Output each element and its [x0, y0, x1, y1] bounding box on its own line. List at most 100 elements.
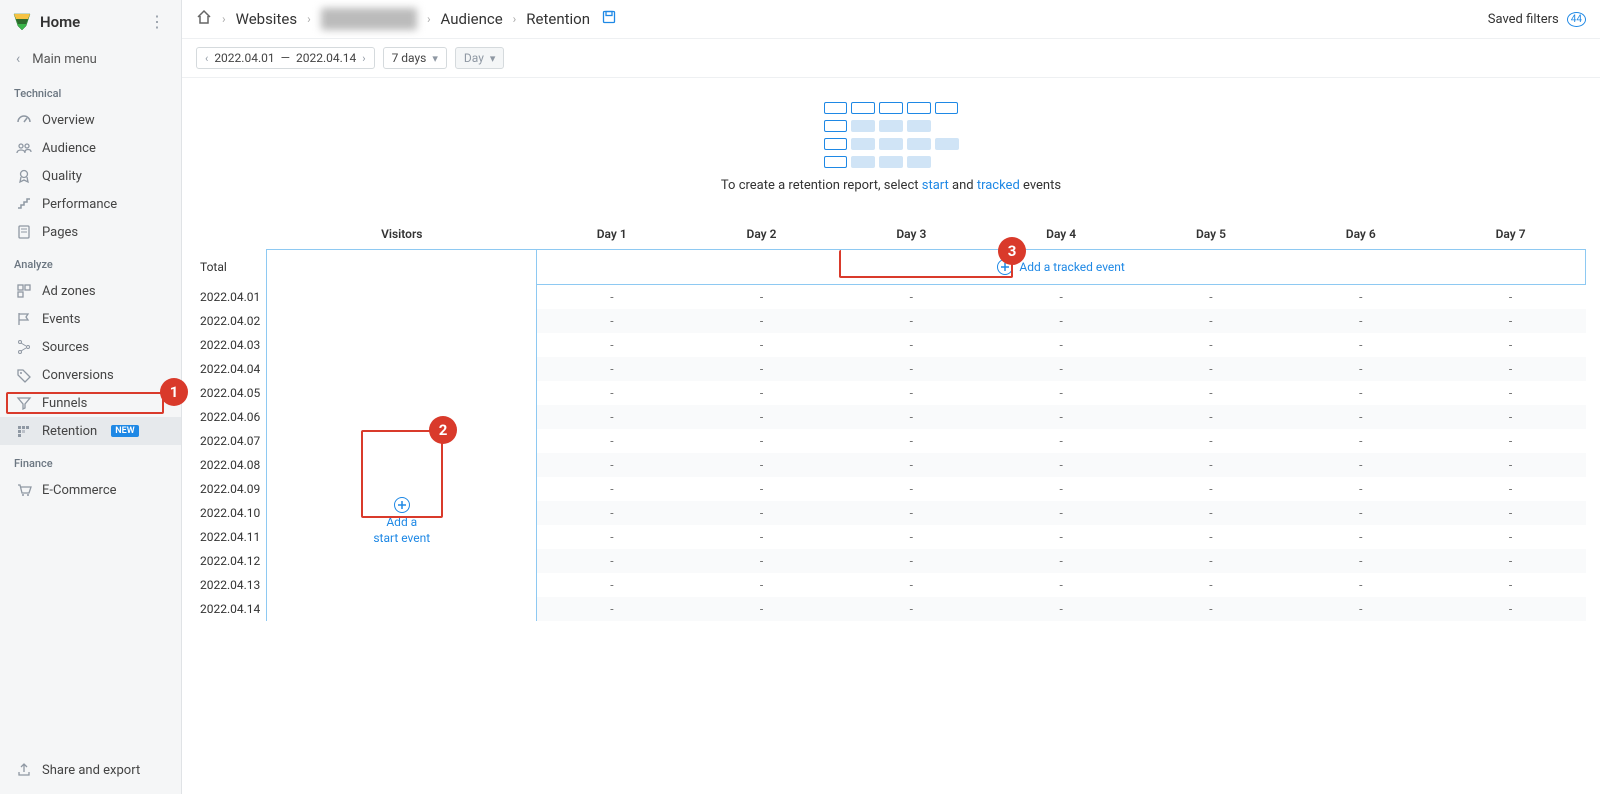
sidebar-item-label: Sources — [42, 340, 89, 355]
data-cell: - — [537, 501, 687, 525]
granularity-select[interactable]: Day ▾ — [455, 47, 505, 69]
data-cell: - — [986, 357, 1136, 381]
branch-icon — [16, 339, 32, 355]
data-cell: - — [1136, 597, 1286, 621]
col-day-2: Day 2 — [687, 219, 837, 250]
share-icon — [16, 762, 32, 778]
funnel-icon — [16, 395, 32, 411]
new-badge: NEW — [111, 425, 138, 437]
data-cell: - — [537, 309, 687, 333]
add-start-event-button[interactable]: Add a start event — [273, 497, 530, 545]
plus-circle-icon — [394, 497, 410, 513]
data-cell: - — [836, 381, 986, 405]
data-cell: - — [986, 405, 1136, 429]
date-cell: 2022.04.10 — [196, 501, 267, 525]
col-day-7: Day 7 — [1436, 219, 1586, 250]
sidebar-item-pages[interactable]: Pages — [0, 218, 181, 246]
placeholder-text: To create a retention report, select sta… — [196, 178, 1586, 193]
main-area: › Websites › site › Audience › Retention… — [182, 0, 1600, 794]
data-cell: - — [836, 597, 986, 621]
steps-icon — [16, 196, 32, 212]
data-cell: - — [1286, 357, 1436, 381]
kebab-menu-icon[interactable]: ⋮ — [145, 10, 169, 33]
sidebar-item-quality[interactable]: Quality — [0, 162, 181, 190]
start-link[interactable]: start — [922, 178, 949, 193]
breadcrumb-audience[interactable]: Audience — [441, 10, 503, 28]
col-visitors: Visitors — [267, 219, 537, 250]
data-cell: - — [1136, 573, 1286, 597]
total-row: Total Add a start event — [196, 250, 1586, 285]
breadcrumb-websites[interactable]: Websites — [236, 10, 297, 28]
data-cell: - — [537, 549, 687, 573]
sidebar-item-funnels[interactable]: Funnels — [0, 389, 181, 417]
data-cell: - — [1136, 405, 1286, 429]
data-cell: - — [537, 477, 687, 501]
sidebar-item-overview[interactable]: Overview — [0, 106, 181, 134]
data-cell: - — [836, 525, 986, 549]
data-cell: - — [1436, 357, 1586, 381]
sidebar-item-performance[interactable]: Performance — [0, 190, 181, 218]
breadcrumb-site[interactable]: site — [321, 8, 417, 30]
data-cell: - — [986, 525, 1136, 549]
chevron-left-icon: ‹ — [205, 52, 208, 65]
callout-badge-3: 3 — [998, 237, 1026, 265]
tracked-link[interactable]: tracked — [977, 178, 1020, 193]
sidebar-item-label: Ad zones — [42, 284, 96, 299]
date-cell: 2022.04.11 — [196, 525, 267, 549]
data-cell: - — [986, 429, 1136, 453]
crumb-sep-icon: › — [222, 12, 226, 26]
crumb-sep-icon: › — [427, 12, 431, 26]
sidebar-item-events[interactable]: Events — [0, 305, 181, 333]
data-cell: - — [986, 333, 1136, 357]
period-select[interactable]: 7 days ▾ — [383, 47, 447, 69]
sidebar-item-retention[interactable]: RetentionNEW — [0, 417, 181, 445]
date-cell: 2022.04.03 — [196, 333, 267, 357]
data-cell: - — [537, 285, 687, 310]
date-range-picker[interactable]: ‹ 2022.04.01 — 2022.04.14 › — [196, 47, 375, 69]
main-menu-label: Main menu — [32, 52, 97, 67]
data-cell: - — [687, 333, 837, 357]
callout-badge-1: 1 — [160, 378, 188, 406]
add-tracked-event-button[interactable]: Add a tracked event — [543, 255, 1579, 279]
data-cell: - — [687, 381, 837, 405]
tag-icon — [16, 367, 32, 383]
share-export[interactable]: Share and export — [0, 756, 181, 784]
sidebar-item-adzones[interactable]: Ad zones — [0, 277, 181, 305]
gauge-icon — [16, 112, 32, 128]
data-cell: - — [1286, 525, 1436, 549]
data-cell: - — [986, 501, 1136, 525]
data-cell: - — [1136, 285, 1286, 310]
topbar: › Websites › site › Audience › Retention… — [182, 0, 1600, 39]
date-cell: 2022.04.07 — [196, 429, 267, 453]
data-cell: - — [836, 405, 986, 429]
saved-filters-link[interactable]: Saved filters — [1488, 12, 1559, 27]
home-icon[interactable] — [196, 9, 212, 29]
sidebar-item-sources[interactable]: Sources — [0, 333, 181, 361]
data-cell: - — [1436, 333, 1586, 357]
data-cell: - — [1136, 525, 1286, 549]
sidebar-item-audience[interactable]: Audience — [0, 134, 181, 162]
col-day-5: Day 5 — [1136, 219, 1286, 250]
date-cell: 2022.04.13 — [196, 573, 267, 597]
sidebar-item-ecommerce[interactable]: E-Commerce — [0, 476, 181, 504]
data-cell: - — [1286, 285, 1436, 310]
data-cell: - — [1436, 525, 1586, 549]
data-cell: - — [537, 597, 687, 621]
data-cell: - — [687, 285, 837, 310]
grid-icon — [16, 283, 32, 299]
sidebar-item-label: Performance — [42, 197, 117, 212]
data-cell: - — [687, 309, 837, 333]
data-cell: - — [836, 477, 986, 501]
data-cell: - — [687, 549, 837, 573]
data-cell: - — [537, 357, 687, 381]
data-cell: - — [1136, 381, 1286, 405]
data-cell: - — [1436, 429, 1586, 453]
sidebar-header: Home ⋮ — [0, 0, 181, 43]
main-menu-back[interactable]: ‹ Main menu — [0, 43, 181, 75]
page-icon — [16, 224, 32, 240]
data-cell: - — [1436, 477, 1586, 501]
chevron-left-icon: ‹ — [16, 51, 20, 67]
save-report-icon[interactable] — [602, 10, 616, 28]
sidebar-item-conversions[interactable]: Conversions — [0, 361, 181, 389]
section-label-technical: Technical — [0, 75, 181, 106]
